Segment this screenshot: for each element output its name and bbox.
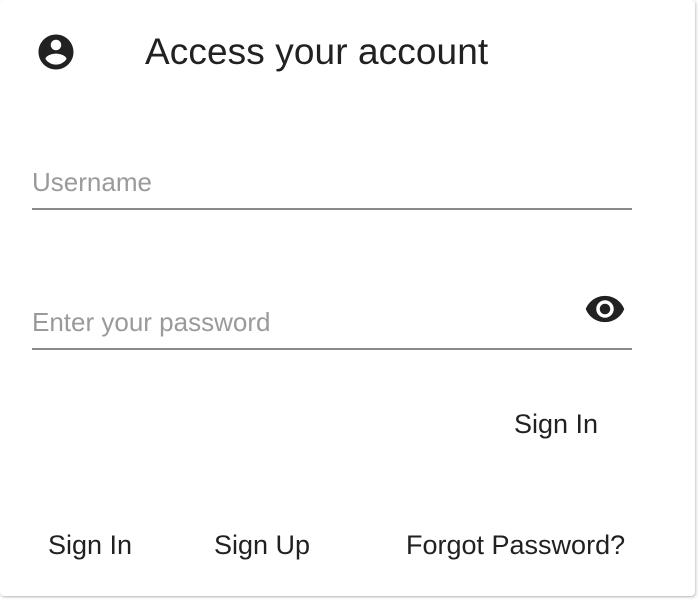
login-card: Access your account Sign In Sign In Sign… bbox=[0, 0, 695, 596]
password-field-container bbox=[32, 295, 632, 350]
password-input[interactable] bbox=[32, 300, 572, 344]
username-field-container bbox=[32, 160, 632, 210]
sign-in-button[interactable]: Sign In bbox=[514, 408, 598, 440]
page-title: Access your account bbox=[145, 31, 489, 72]
username-input[interactable] bbox=[32, 160, 572, 204]
eye-icon[interactable] bbox=[584, 288, 626, 330]
account-circle-icon bbox=[38, 34, 74, 70]
sign-in-link[interactable]: Sign In bbox=[48, 529, 132, 561]
forgot-password-link[interactable]: Forgot Password? bbox=[406, 529, 625, 561]
sign-up-link[interactable]: Sign Up bbox=[214, 529, 310, 561]
